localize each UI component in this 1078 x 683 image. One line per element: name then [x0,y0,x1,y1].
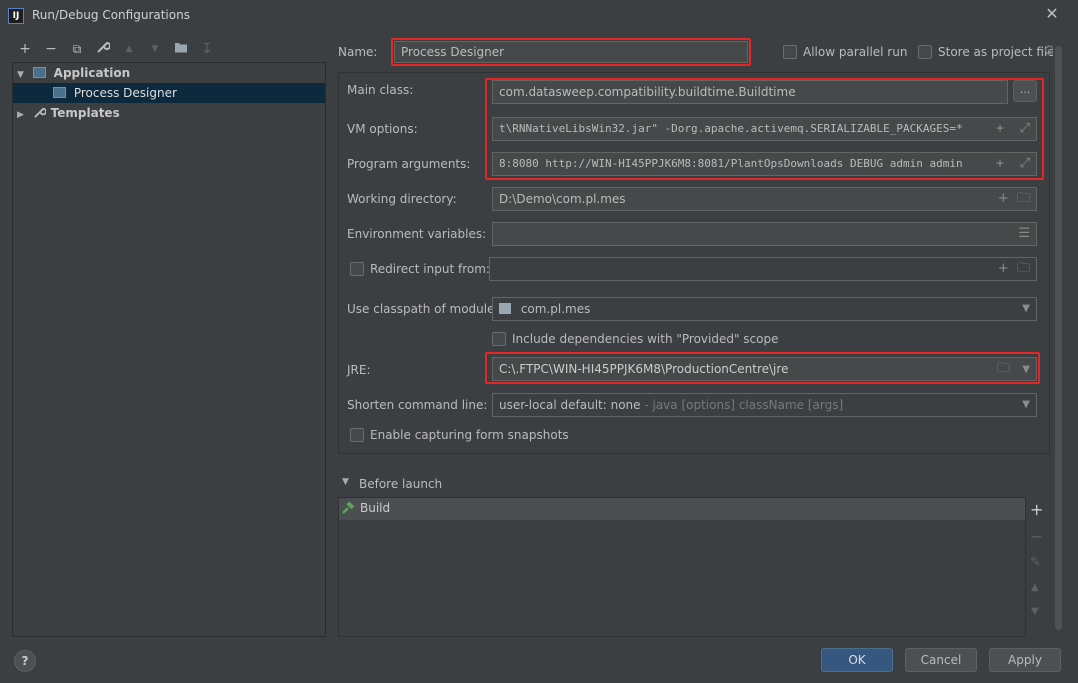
allow-parallel-checkbox[interactable] [783,45,797,59]
env-vars-label: Environment variables: [347,227,487,241]
collapse-down-icon[interactable]: ▼ [342,477,349,487]
plus-icon[interactable]: + [996,156,1004,171]
window-title: Run/Debug Configurations [32,8,190,22]
allow-parallel-label: Allow parallel run [803,45,908,59]
browse-main-class-button[interactable]: ... [1013,80,1037,102]
plus-icon[interactable]: + [998,191,1009,206]
redirect-checkbox[interactable] [350,262,364,276]
move-up-icon[interactable]: ▲ [1031,582,1039,593]
main-class-input[interactable]: com.datasweep.compatibility.buildtime.Bu… [492,80,1008,104]
name-input[interactable]: Process Designer [394,41,748,63]
include-deps-checkbox[interactable] [492,332,506,346]
include-deps-label: Include dependencies with "Provided" sco… [512,332,779,346]
working-dir-label: Working directory: [347,192,457,206]
tree-node-label: Application [53,66,131,80]
shorten-value: user-local default: none [499,398,641,412]
field-actions: 🗀 ▼ [997,358,1030,380]
jre-label: JRE: [347,363,371,377]
shorten-select[interactable]: user-local default: none - java [options… [492,393,1037,417]
tree-node-label: Process Designer [73,86,177,100]
classpath-label: Use classpath of module: [347,302,499,316]
ok-button[interactable]: OK [821,648,893,672]
move-down-icon[interactable]: ▼ [146,40,164,58]
vm-options-input[interactable]: t\RNNativeLibsWin32.jar" -Dorg.apache.ac… [492,117,1037,141]
program-args-text: 8:8080 http://WIN-HI45PPJK6M8:8081/Plant… [499,157,963,170]
env-vars-input[interactable]: ☰ [492,222,1037,246]
scrollbar-thumb[interactable] [1055,46,1062,630]
name-label: Name: [338,45,378,59]
plus-icon[interactable]: + [996,121,1004,136]
wrench-icon [33,105,47,125]
edit-task-icon[interactable]: ✎ [1030,555,1041,570]
program-args-label: Program arguments: [347,157,471,171]
expand-right-icon[interactable]: ▶ [17,105,29,125]
edit-list-icon[interactable]: ☰ [1018,223,1030,245]
remove-task-icon[interactable]: − [1030,527,1043,546]
field-actions: + 🗀 [998,188,1030,210]
field-actions: + ⤢ [992,153,1030,175]
dropdown-arrow-icon[interactable]: ▼ [1022,298,1030,320]
jre-select[interactable]: C:\.FTPC\WIN-HI45PPJK6M8\ProductionCentr… [492,357,1037,381]
intellij-app-icon: IJ [8,8,24,24]
plus-icon[interactable]: + [998,261,1009,276]
folder-icon[interactable] [172,40,190,58]
copy-configuration-icon[interactable]: ⧉ [68,40,86,58]
classpath-select[interactable]: com.pl.mes ▼ [492,297,1037,321]
working-dir-input[interactable]: D:\Demo\com.pl.mes + 🗀 [492,187,1037,211]
close-icon[interactable]: ✕ [1043,5,1061,23]
folder-icon[interactable]: 🗀 [1017,191,1030,206]
shorten-label: Shorten command line: [347,398,488,412]
hammer-icon [341,501,355,518]
tree-node-label: Templates [50,106,120,120]
folder-icon[interactable]: 🗀 [1017,261,1030,276]
tree-node-templates[interactable]: ▶ Templates [13,103,325,123]
main-class-label: Main class: [347,83,414,97]
before-launch-header[interactable]: Before launch [359,477,442,491]
move-up-icon[interactable]: ▲ [120,40,138,58]
field-actions: + 🗀 [998,258,1030,280]
configuration-tree[interactable]: ▼ Application Process Designer ▶ Templat… [12,62,326,637]
move-down-icon[interactable]: ▼ [1031,606,1039,617]
classpath-value: com.pl.mes [520,302,591,316]
expand-icon[interactable]: ⤢ [1020,156,1030,171]
store-project-checkbox[interactable] [918,45,932,59]
snapshots-label: Enable capturing form snapshots [370,428,569,442]
dropdown-arrow-icon[interactable]: ▼ [1022,364,1030,375]
list-item-label: Build [360,501,391,515]
vm-options-label: VM options: [347,122,418,136]
expand-down-icon[interactable]: ▼ [17,65,29,85]
application-icon [32,67,46,78]
store-project-label: Store as project file [938,45,1055,59]
redirect-input[interactable]: + 🗀 [489,257,1037,281]
configuration-icon [53,87,66,98]
shorten-hint: - java [options] className [args] [640,398,844,412]
program-args-input[interactable]: 8:8080 http://WIN-HI45PPJK6M8:8081/Plant… [492,152,1037,176]
apply-button[interactable]: Apply [989,648,1061,672]
field-actions: + ⤢ [992,118,1030,140]
working-dir-text: D:\Demo\com.pl.mes [499,192,626,206]
help-button[interactable]: ? [14,650,36,672]
module-icon [499,303,511,314]
tree-node-process-designer[interactable]: Process Designer [13,83,325,103]
sort-icon[interactable]: ↧ [198,40,216,58]
add-configuration-icon[interactable]: + [16,40,34,58]
jre-value: C:\.FTPC\WIN-HI45PPJK6M8\ProductionCentr… [499,362,789,376]
wrench-icon[interactable] [94,40,112,58]
remove-configuration-icon[interactable]: − [42,40,60,58]
expand-icon[interactable]: ⤢ [1020,121,1030,136]
add-task-icon[interactable]: + [1030,500,1043,519]
tree-node-application[interactable]: ▼ Application [13,63,325,83]
dropdown-arrow-icon[interactable]: ▼ [1022,394,1030,416]
redirect-label: Redirect input from: [370,262,490,276]
snapshots-checkbox[interactable] [350,428,364,442]
list-item[interactable]: Build [339,498,1025,520]
folder-icon[interactable]: 🗀 [997,361,1010,376]
cancel-button[interactable]: Cancel [905,648,977,672]
vm-options-text: t\RNNativeLibsWin32.jar" -Dorg.apache.ac… [499,122,963,135]
